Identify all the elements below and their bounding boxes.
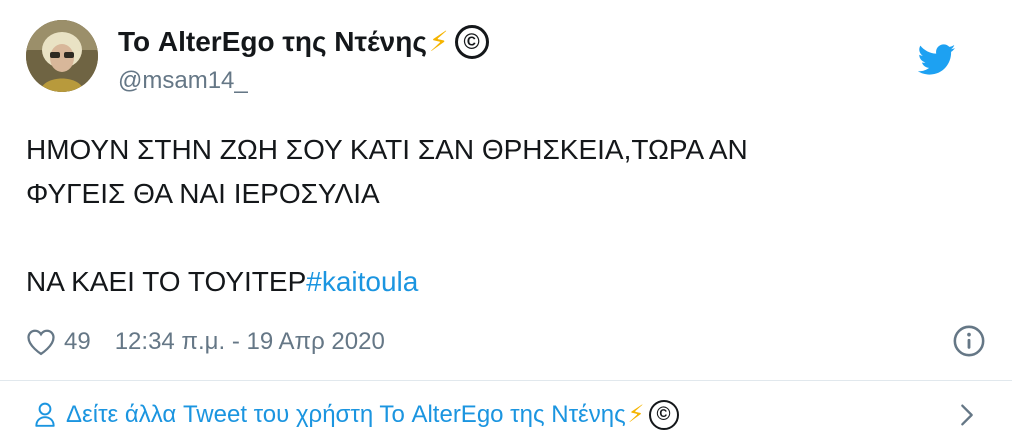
- tweet-line-1: ΗΜΟΥΝ ΣΤΗΝ ΖΩΗ ΣΟΥ ΚΑΤΙ ΣΑΝ ΘΡΗΣΚΕΙΑ,ΤΩΡ…: [26, 134, 748, 165]
- lightning-emoji: ⚡: [627, 401, 645, 428]
- tweet-line-3: ΝΑ ΚΑΕΙ ΤΟ ΤΟΥΙΤΕΡ#kaitoula: [26, 260, 926, 304]
- tweet-header: Το AlterEgo της Ντένης ⚡ © @msam14_: [26, 20, 986, 100]
- author-names: Το AlterEgo της Ντένης ⚡ © @msam14_: [118, 24, 489, 96]
- avatar[interactable]: [26, 20, 98, 92]
- tweet-timestamp[interactable]: 12:34 π.μ. - 19 Απρ 2020: [115, 328, 385, 356]
- more-tweets-link[interactable]: Δείτε άλλα Tweet του χρήστη Το AlterEgo …: [0, 381, 1012, 448]
- hashtag-link[interactable]: #kaitoula: [306, 266, 418, 297]
- author-handle[interactable]: @msam14_: [118, 66, 489, 96]
- like-count[interactable]: 49: [64, 328, 91, 356]
- tweet-spacer: [26, 216, 926, 260]
- tweet-line-2: ΦΥΓΕΙΣ ΘΑ ΝΑΙ ΙΕΡΟΣΥΛΙΑ: [26, 178, 380, 209]
- tweet-meta: 49 12:34 π.μ. - 19 Απρ 2020: [26, 322, 986, 362]
- tweet-line-3-text: ΝΑ ΚΑΕΙ ΤΟ ΤΟΥΙΤΕΡ: [26, 266, 307, 297]
- author-display-name-text: Το AlterEgo της Ντένης: [118, 26, 427, 57]
- person-icon: [35, 402, 55, 427]
- chevron-right-icon[interactable]: [960, 403, 974, 427]
- more-tweets-label-text: Δείτε άλλα Tweet του χρήστη Το AlterEgo …: [66, 400, 626, 428]
- lightning-emoji: ⚡: [428, 26, 449, 57]
- copyright-emoji: ©: [648, 399, 679, 430]
- heart-icon[interactable]: [26, 328, 56, 356]
- embedded-tweet-card: Το AlterEgo της Ντένης ⚡ © @msam14_ ΗΜΟΥ…: [0, 0, 1012, 448]
- avatar-image: [26, 20, 98, 92]
- author-display-name[interactable]: Το AlterEgo της Ντένης ⚡ ©: [118, 24, 489, 60]
- more-tweets-label: Δείτε άλλα Tweet του χρήστη Το AlterEgo …: [66, 399, 679, 430]
- info-icon[interactable]: [952, 324, 986, 358]
- copyright-emoji: ©: [454, 25, 489, 59]
- tweet-text: ΗΜΟΥΝ ΣΤΗΝ ΖΩΗ ΣΟΥ ΚΑΤΙ ΣΑΝ ΘΡΗΣΚΕΙΑ,ΤΩΡ…: [26, 128, 926, 304]
- twitter-bird-icon[interactable]: [918, 44, 956, 76]
